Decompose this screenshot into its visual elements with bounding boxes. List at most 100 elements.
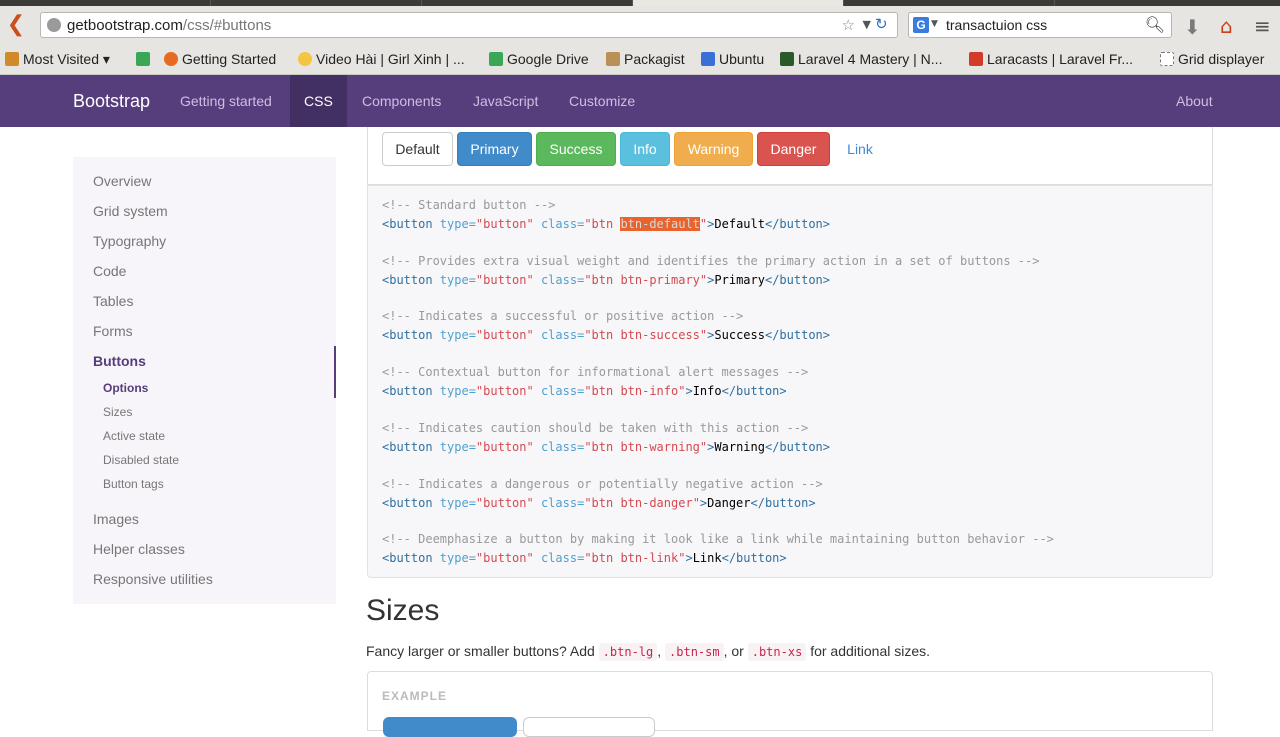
inline-code-btn-sm: .btn-sm xyxy=(665,643,724,661)
sidebar-item-forms[interactable]: Forms xyxy=(93,323,133,339)
sidebar-item-buttons[interactable]: Buttons xyxy=(93,353,146,369)
code-string: "btn xyxy=(584,273,621,287)
nav-about[interactable]: About xyxy=(1162,75,1227,127)
reload-icon[interactable]: ↻ xyxy=(875,15,893,33)
nav-javascript[interactable]: JavaScript xyxy=(459,75,552,127)
sidebar-item-images[interactable]: Images xyxy=(93,511,139,527)
bookmarks-toolbar: Most Visited ▾ Getting Started Video Hài… xyxy=(0,46,1280,75)
search-engine-icon[interactable]: G xyxy=(913,17,929,33)
search-engine-dropdown-icon[interactable]: ▼ xyxy=(931,19,938,29)
bookmark-star-icon[interactable]: ☆ xyxy=(842,16,855,34)
sizes-text-before: Fancy larger or smaller buttons? Add xyxy=(366,643,599,659)
sidebar-item-overview[interactable]: Overview xyxy=(93,173,151,189)
code-string: "btn xyxy=(584,440,621,454)
code-line: <button type="button" class="btn btn-dan… xyxy=(382,496,816,510)
bookmark-item[interactable]: Getting Started xyxy=(164,51,276,67)
info-button[interactable]: Info xyxy=(620,132,670,166)
code-tag: <button xyxy=(382,496,440,510)
sidebar-subitem-active-state[interactable]: Active state xyxy=(103,429,165,443)
sidebar-item-grid-system[interactable]: Grid system xyxy=(93,203,168,219)
download-icon[interactable]: ⬇ xyxy=(1184,15,1201,39)
back-arrow-icon[interactable]: ❮ xyxy=(4,14,28,38)
nav-customize[interactable]: Customize xyxy=(555,75,649,127)
nav-getting-started[interactable]: Getting started xyxy=(166,75,286,127)
sidebar-subitem-disabled-state[interactable]: Disabled state xyxy=(103,453,179,467)
bookmark-label: Ubuntu xyxy=(719,51,765,67)
inline-code-btn-xs: .btn-xs xyxy=(747,643,807,661)
code-string: "button" xyxy=(475,384,541,398)
code-attr: type= xyxy=(439,384,476,398)
menu-icon[interactable]: ≡ xyxy=(1254,14,1271,38)
primary-button[interactable]: Primary xyxy=(457,132,532,166)
sidebar-item-typography[interactable]: Typography xyxy=(93,233,166,249)
bookmark-label: Packagist xyxy=(624,51,685,67)
bookmark-item[interactable]: Google Drive xyxy=(489,51,589,67)
link-button[interactable]: Link xyxy=(834,132,886,166)
sidebar-item-helper-classes[interactable]: Helper classes xyxy=(93,541,185,557)
code-attr: class= xyxy=(540,384,585,398)
warning-button[interactable]: Warning xyxy=(674,132,753,166)
search-magnifier-icon[interactable]: 🔍︎ xyxy=(1145,15,1165,34)
sidebar-item-code[interactable]: Code xyxy=(93,263,126,279)
brand-link[interactable]: Bootstrap xyxy=(73,91,150,112)
address-bar[interactable]: getbootstrap.com/css/#buttons ☆ ▼ ↻ xyxy=(40,12,898,38)
bookmark-item[interactable]: Most Visited ▾ xyxy=(5,51,110,68)
buttons-example: Default Primary Success Info Warning Dan… xyxy=(367,127,1213,185)
code-button-text: Info xyxy=(692,384,722,398)
danger-button[interactable]: Danger xyxy=(757,132,830,166)
code-string: "button" xyxy=(475,217,541,231)
spreadsheet-icon xyxy=(136,52,150,66)
code-comment: <!-- Deemphasize a button by making it l… xyxy=(382,532,1054,546)
sizes-separator: , or xyxy=(723,643,748,659)
sidebar-subitem-button-tags[interactable]: Button tags xyxy=(103,477,164,491)
bookmark-item[interactable] xyxy=(136,51,154,67)
code-class-name: btn-success xyxy=(620,328,700,342)
code-comment: <!-- Standard button --> xyxy=(382,198,556,212)
example-label: EXAMPLE xyxy=(382,689,448,703)
code-class-name: btn-primary xyxy=(620,273,700,287)
search-bar[interactable]: G ▼ transactuion css 🔍︎ xyxy=(908,12,1172,38)
large-primary-button[interactable] xyxy=(383,717,517,737)
bookmark-item[interactable]: Packagist xyxy=(606,51,685,67)
bookmark-item[interactable]: Ubuntu xyxy=(701,51,764,67)
code-attr: class= xyxy=(540,551,585,565)
bookmark-label: Grid displayer xyxy=(1178,51,1265,67)
code-tag: > xyxy=(685,551,693,565)
bookmark-item[interactable]: Grid displayer xyxy=(1160,51,1264,67)
url-host: getbootstrap.com xyxy=(67,17,183,34)
globe-icon xyxy=(47,18,61,32)
code-string: "btn xyxy=(584,217,621,231)
sizes-text-after: for additional sizes. xyxy=(806,643,931,659)
nav-css[interactable]: CSS xyxy=(290,75,347,127)
large-default-button[interactable] xyxy=(523,717,655,737)
sizes-example: EXAMPLE xyxy=(367,671,1213,737)
bookmark-label: Google Drive xyxy=(507,51,589,67)
code-string: "button" xyxy=(475,496,541,510)
code-tag: <button xyxy=(382,384,440,398)
bookmark-item[interactable]: Laravel 4 Mastery | N... xyxy=(780,51,942,67)
home-icon[interactable]: ⌂ xyxy=(1220,14,1233,38)
sidebar-item-responsive-utilities[interactable]: Responsive utilities xyxy=(93,571,213,587)
sidebar-item-tables[interactable]: Tables xyxy=(93,293,133,309)
inline-code-btn-lg: .btn-lg xyxy=(598,643,658,661)
code-line: <button type="button" class="btn btn-inf… xyxy=(382,384,787,398)
code-block[interactable]: <!-- Standard button --> <button type="bu… xyxy=(367,185,1213,578)
url-text[interactable]: getbootstrap.com/css/#buttons xyxy=(67,17,271,34)
bookmark-item[interactable]: Video Hài | Girl Xinh | ... xyxy=(298,51,465,67)
nav-components[interactable]: Components xyxy=(348,75,455,127)
default-button[interactable]: Default xyxy=(382,132,453,166)
success-button[interactable]: Success xyxy=(536,132,616,166)
bookmark-item[interactable]: Laracasts | Laravel Fr... xyxy=(969,51,1133,67)
bookmark-label: Most Visited ▾ xyxy=(23,51,110,67)
code-tag: </button> xyxy=(721,384,787,398)
code-attr: class= xyxy=(540,273,585,287)
sidebar-subitem-sizes[interactable]: Sizes xyxy=(103,405,132,419)
search-input[interactable]: transactuion css xyxy=(946,17,1047,33)
code-tag: > xyxy=(685,384,693,398)
code-button-text: Danger xyxy=(707,496,751,510)
code-class-name: btn-info xyxy=(620,384,679,398)
history-dropdown-icon[interactable]: ▼ xyxy=(863,18,871,31)
sidebar-subitem-options[interactable]: Options xyxy=(103,381,148,395)
doc-icon xyxy=(701,52,715,66)
code-string: "btn xyxy=(584,328,621,342)
